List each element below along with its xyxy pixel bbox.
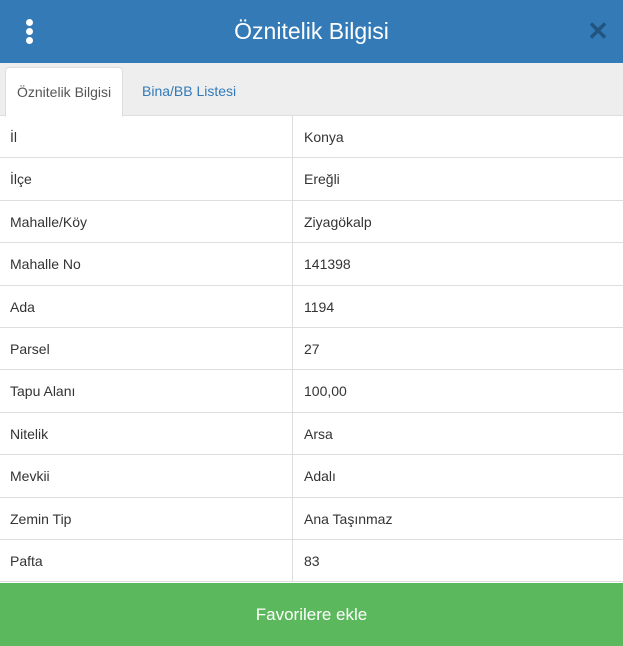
attribute-key: Nitelik	[0, 412, 293, 455]
attribute-key: Mahalle/Köy	[0, 200, 293, 243]
attribute-key: İl	[0, 116, 293, 158]
close-icon[interactable]: ✕	[585, 17, 611, 45]
attribute-value: Ereğli	[304, 171, 340, 188]
attribute-value: Arsa	[304, 425, 333, 442]
attribute-key: Pafta	[0, 539, 293, 582]
tab-bar: Öznitelik Bilgisi Bina/BB Listesi	[0, 63, 623, 117]
attribute-key: Ada	[0, 285, 293, 327]
table-row: Parsel 27	[0, 327, 623, 371]
dialog-header: Öznitelik Bilgisi ✕	[0, 0, 623, 63]
attribute-value: Ana Taşınmaz	[304, 510, 393, 527]
attribute-key: Mevkii	[0, 455, 293, 497]
attribute-value: 100,00	[304, 383, 347, 400]
table-row: İlçe Ereğli	[0, 158, 623, 201]
table-row: İl Konya	[0, 116, 623, 159]
attribute-value: 83	[304, 552, 320, 569]
table-row: Nitelik Arsa	[0, 412, 623, 456]
table-row: Mevkii Adalı	[0, 455, 623, 498]
table-row: Ada 1194	[0, 285, 623, 328]
attribute-value: Konya	[304, 129, 344, 145]
tab-oznitelik-bilgisi[interactable]: Öznitelik Bilgisi	[5, 67, 124, 117]
attribute-key: Tapu Alanı	[0, 370, 293, 412]
attribute-value: Adalı	[304, 468, 336, 485]
attribute-value: 27	[304, 340, 320, 357]
table-row: Mahalle No 141398	[0, 243, 623, 286]
attribute-key: Mahalle No	[0, 243, 293, 285]
attribute-key: Parsel	[0, 327, 293, 370]
attribute-value: Ziyagökalp	[304, 213, 372, 230]
add-to-favorites-button[interactable]: Favorilere ekle	[0, 583, 623, 646]
table-row: Zemin Tip Ana Taşınmaz	[0, 497, 623, 540]
attribute-value: 1194	[304, 298, 335, 315]
table-row: Pafta 83	[0, 539, 623, 583]
attribute-key: İlçe	[0, 158, 293, 200]
attribute-key: Zemin Tip	[0, 497, 293, 539]
table-row: Tapu Alanı 100,00	[0, 370, 623, 413]
table-row: Mahalle/Köy Ziyagökalp	[0, 200, 623, 244]
attribute-table: İl Konya İlçe Ereğli Mahalle/Köy Ziyagök…	[0, 116, 623, 583]
tab-bina-bb-listesi[interactable]: Bina/BB Listesi	[131, 67, 247, 117]
attribute-value: 141398	[304, 256, 351, 273]
dialog-title: Öznitelik Bilgisi	[234, 18, 389, 44]
